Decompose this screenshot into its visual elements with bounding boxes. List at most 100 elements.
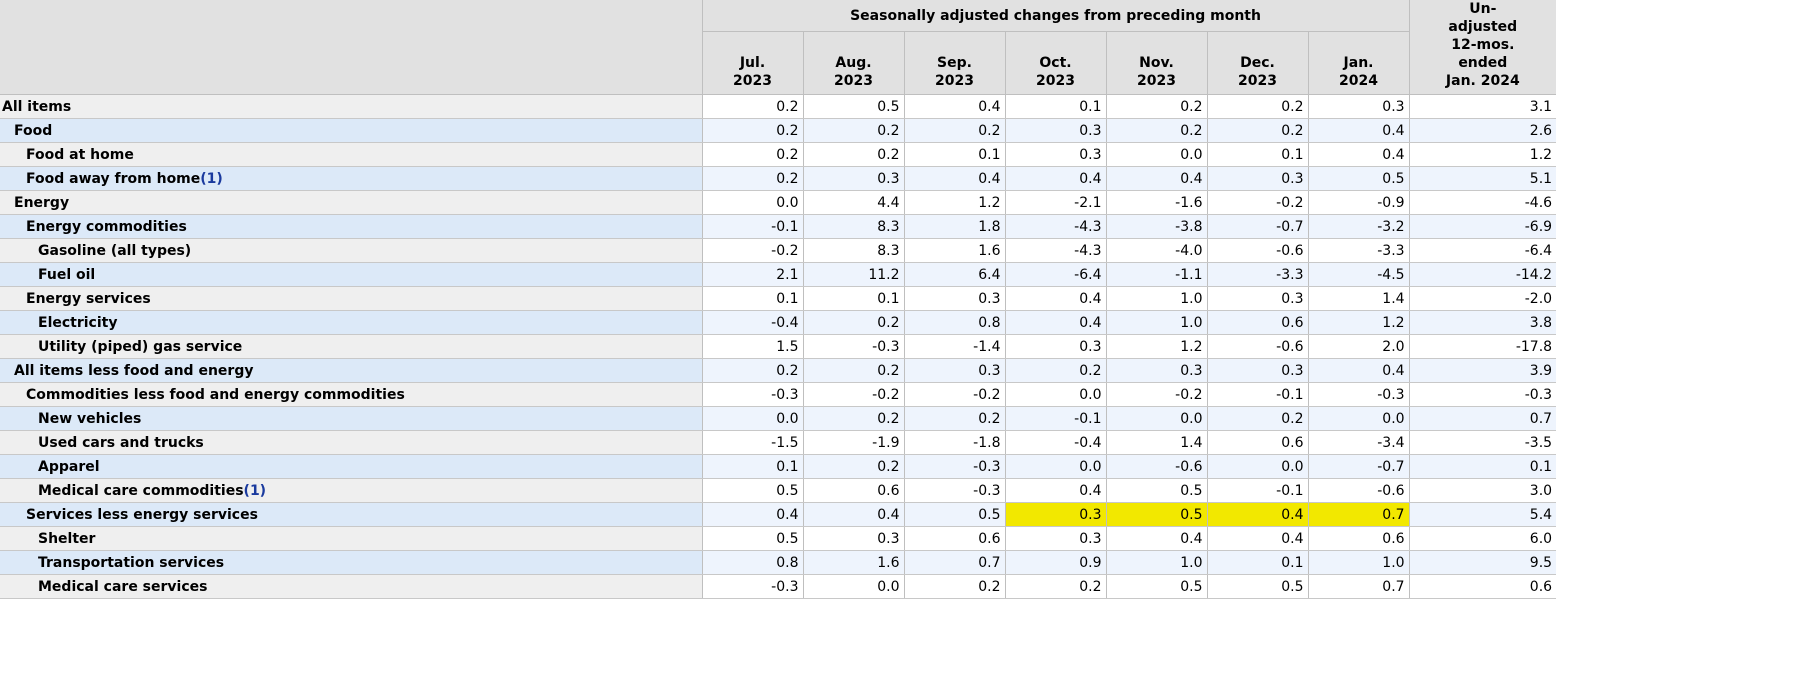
value-cell: 0.8 xyxy=(904,310,1006,335)
unadjusted-value-cell: 3.8 xyxy=(1409,310,1557,335)
value-cell: 8.3 xyxy=(803,238,905,263)
row-label-text: New vehicles xyxy=(38,410,142,427)
value-cell: -0.4 xyxy=(1005,430,1107,455)
value-cell: 0.3 xyxy=(1207,166,1309,191)
value-cell: -0.6 xyxy=(1106,454,1208,479)
row-label-text: Energy services xyxy=(26,290,151,307)
row-label-text: Energy xyxy=(14,194,70,211)
value-cell: -1.6 xyxy=(1106,190,1208,215)
value-cell: 0.1 xyxy=(803,286,905,311)
unadjusted-value-cell: -6.4 xyxy=(1409,238,1557,263)
value-cell: 0.4 xyxy=(1106,166,1208,191)
table-row: Food 0.2 0.2 0.2 0.3 0.2 0.2 0.4 2.6 xyxy=(0,118,1557,143)
table-row: Shelter 0.5 0.3 0.6 0.3 0.4 0.4 0.6 6.0 xyxy=(0,526,1557,551)
row-label-text: Transportation services xyxy=(38,554,225,571)
value-cell: 1.2 xyxy=(904,190,1006,215)
row-label: Medical care commodities(1) xyxy=(0,478,703,503)
value-cell: 0.1 xyxy=(702,454,804,479)
value-cell: 0.2 xyxy=(803,142,905,167)
value-cell: -0.2 xyxy=(1207,190,1309,215)
value-cell: 0.1 xyxy=(1005,94,1107,119)
value-cell: 0.4 xyxy=(1207,526,1309,551)
value-cell: 0.7 xyxy=(904,550,1006,575)
table-row: Commodities less food and energy commodi… xyxy=(0,382,1557,407)
unadjusted-value-cell: 3.0 xyxy=(1409,478,1557,503)
row-label-text: Medical care commodities xyxy=(38,482,244,499)
unadjusted-line: ended xyxy=(1458,55,1508,71)
value-cell: 0.6 xyxy=(1207,430,1309,455)
value-cell: 0.0 xyxy=(1308,406,1410,431)
footnote-link[interactable]: (1) xyxy=(244,483,267,499)
value-cell: -1.9 xyxy=(803,430,905,455)
value-cell: 0.0 xyxy=(1106,406,1208,431)
value-cell: 0.5 xyxy=(803,94,905,119)
value-cell: 8.3 xyxy=(803,214,905,239)
row-label: All items xyxy=(0,94,703,119)
month-header: Jan. 2024 xyxy=(1308,31,1410,95)
value-cell: 0.5 xyxy=(904,502,1006,527)
value-cell: 0.0 xyxy=(1005,382,1107,407)
unadjusted-value-cell: -14.2 xyxy=(1409,262,1557,287)
value-cell: -0.6 xyxy=(1308,478,1410,503)
cpi-table: Seasonally adjusted changes from precedi… xyxy=(0,0,1557,599)
value-cell: 0.4 xyxy=(1308,142,1410,167)
value-cell: -3.4 xyxy=(1308,430,1410,455)
value-cell: 1.2 xyxy=(1106,334,1208,359)
value-cell: -1.1 xyxy=(1106,262,1208,287)
value-cell: 0.4 xyxy=(1005,478,1107,503)
row-label: Apparel xyxy=(0,454,703,479)
table-row: All items 0.2 0.5 0.4 0.1 0.2 0.2 0.3 3.1 xyxy=(0,94,1557,119)
row-label: Fuel oil xyxy=(0,262,703,287)
row-label-text: Used cars and trucks xyxy=(38,434,204,451)
row-label-text: Electricity xyxy=(38,314,118,331)
table-row: Energy services 0.1 0.1 0.3 0.4 1.0 0.3 1.4 -2.0 xyxy=(0,286,1557,311)
value-cell: 0.3 xyxy=(1207,358,1309,383)
unadjusted-line: Un- xyxy=(1469,1,1497,17)
value-cell: 1.6 xyxy=(803,550,905,575)
value-cell: 1.0 xyxy=(1106,550,1208,575)
value-cell: 0.6 xyxy=(1308,526,1410,551)
footnote-link[interactable]: (1) xyxy=(200,171,223,187)
value-cell: 0.2 xyxy=(702,118,804,143)
value-cell: 0.2 xyxy=(803,310,905,335)
value-cell: 0.5 xyxy=(1106,574,1208,599)
unadjusted-header: Un- adjusted 12-mos. ended Jan. 2024 xyxy=(1409,0,1557,95)
row-label: Services less energy services xyxy=(0,502,703,527)
value-cell: -0.3 xyxy=(904,454,1006,479)
value-cell: 1.0 xyxy=(1308,550,1410,575)
value-cell: 0.6 xyxy=(1207,310,1309,335)
row-label: Medical care services xyxy=(0,574,703,599)
value-cell: 0.1 xyxy=(702,286,804,311)
table-row: Gasoline (all types) -0.2 8.3 1.6 -4.3 -4.0 -0… xyxy=(0,238,1557,263)
value-cell: 0.2 xyxy=(1106,118,1208,143)
row-label-text: Food away from home xyxy=(26,170,201,187)
row-label: Shelter xyxy=(0,526,703,551)
value-cell: 1.8 xyxy=(904,214,1006,239)
unadjusted-value-cell: -0.3 xyxy=(1409,382,1557,407)
value-cell: 0.4 xyxy=(1308,118,1410,143)
row-label-text: Food at home xyxy=(26,146,134,163)
row-label-text: Apparel xyxy=(38,458,100,475)
row-label-text: Gasoline (all types) xyxy=(38,242,192,259)
value-cell: 0.3 xyxy=(1005,118,1107,143)
row-label-text: All items xyxy=(2,98,72,115)
value-cell: -4.3 xyxy=(1005,238,1107,263)
unadjusted-value-cell: 0.7 xyxy=(1409,406,1557,431)
value-cell: -0.4 xyxy=(702,310,804,335)
value-cell: 0.3 xyxy=(1005,526,1107,551)
value-cell: 0.5 xyxy=(702,526,804,551)
value-cell: 0.2 xyxy=(1106,94,1208,119)
value-cell: -2.1 xyxy=(1005,190,1107,215)
value-cell: -0.2 xyxy=(904,382,1006,407)
value-cell: 0.2 xyxy=(1005,574,1107,599)
value-cell: -1.4 xyxy=(904,334,1006,359)
value-cell: 0.2 xyxy=(803,454,905,479)
value-cell: 0.5 xyxy=(1207,574,1309,599)
value-cell: 1.4 xyxy=(1106,430,1208,455)
value-cell: 1.6 xyxy=(904,238,1006,263)
value-cell: 4.4 xyxy=(803,190,905,215)
month-header: Sep. 2023 xyxy=(904,31,1006,95)
value-cell: 0.4 xyxy=(904,94,1006,119)
unadjusted-value-cell: 2.6 xyxy=(1409,118,1557,143)
value-cell: 0.2 xyxy=(1207,94,1309,119)
